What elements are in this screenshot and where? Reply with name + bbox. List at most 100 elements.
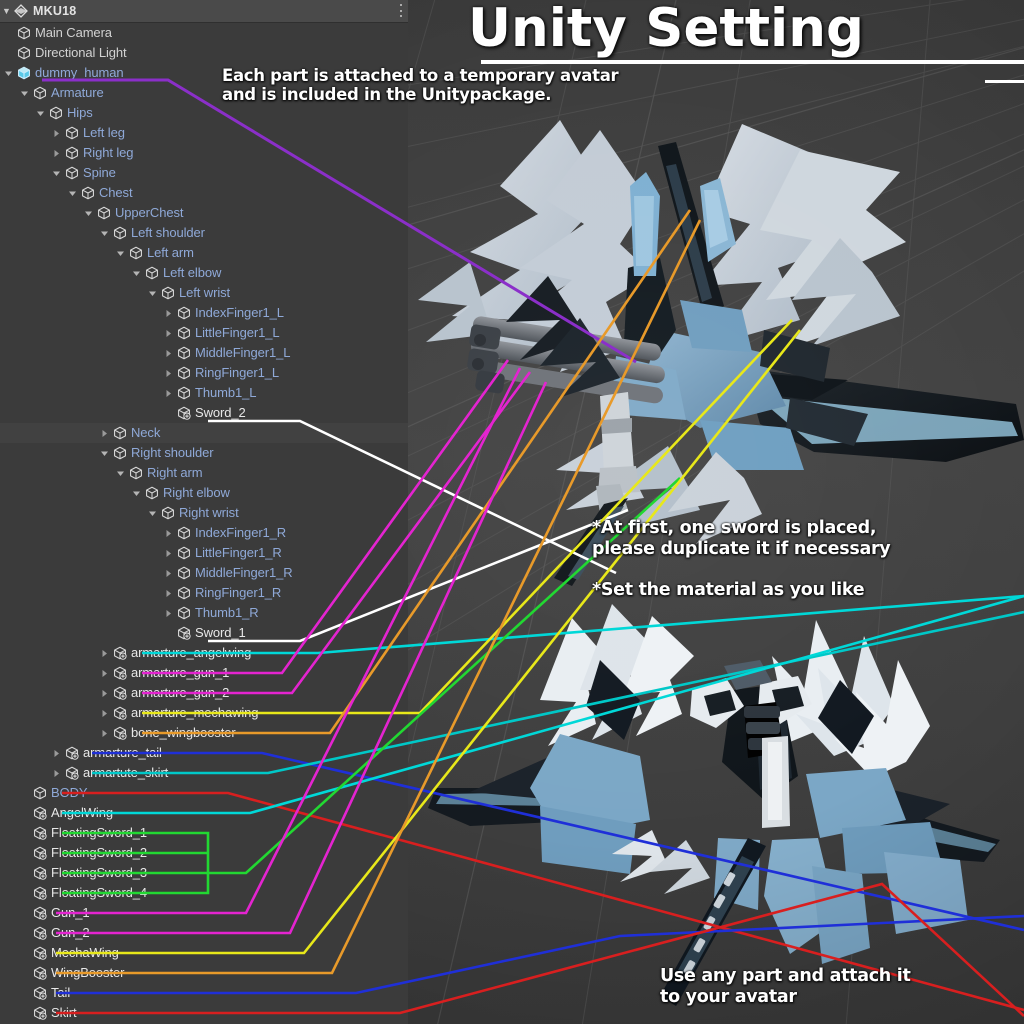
- chevron-right-icon[interactable]: [162, 529, 175, 538]
- hierarchy-row[interactable]: MechaWing: [0, 943, 408, 963]
- hierarchy-row-label: Left leg: [83, 125, 125, 140]
- chevron-right-icon[interactable]: [162, 569, 175, 578]
- kebab-menu-icon[interactable]: [400, 4, 402, 17]
- chevron-right-icon[interactable]: [98, 709, 111, 718]
- chevron-down-icon[interactable]: [114, 249, 127, 258]
- chevron-right-icon[interactable]: [162, 369, 175, 378]
- hierarchy-row[interactable]: Left wrist: [0, 283, 408, 303]
- hierarchy-row[interactable]: FloatingSword_4: [0, 883, 408, 903]
- chevron-down-icon[interactable]: [146, 509, 159, 518]
- hierarchy-row[interactable]: Gun_2: [0, 923, 408, 943]
- title-underline-secondary: [985, 80, 1024, 83]
- chevron-down-icon[interactable]: [114, 469, 127, 478]
- chevron-right-icon[interactable]: [162, 549, 175, 558]
- hierarchy-row[interactable]: IndexFinger1_L: [0, 303, 408, 323]
- hierarchy-row[interactable]: FloatingSword_3: [0, 863, 408, 883]
- hierarchy-row[interactable]: Sword_1: [0, 623, 408, 643]
- unity-editor-window: ▼ MKU18 Main Camera Directional Light dumm…: [0, 0, 1024, 1024]
- hierarchy-row[interactable]: RingFinger1_L: [0, 363, 408, 383]
- hierarchy-row[interactable]: IndexFinger1_R: [0, 523, 408, 543]
- hierarchy-tree[interactable]: Main Camera Directional Light dummy_human A…: [0, 23, 408, 1023]
- hierarchy-row[interactable]: Right leg: [0, 143, 408, 163]
- hierarchy-row-label: armarture_mechawing: [131, 705, 259, 720]
- hierarchy-row[interactable]: UpperChest: [0, 203, 408, 223]
- chevron-down-icon[interactable]: [130, 489, 143, 498]
- hierarchy-row[interactable]: Right shoulder: [0, 443, 408, 463]
- hierarchy-row[interactable]: AngelWing: [0, 803, 408, 823]
- hierarchy-row[interactable]: Left elbow: [0, 263, 408, 283]
- chevron-down-icon[interactable]: [98, 449, 111, 458]
- hierarchy-row[interactable]: Gun_1: [0, 903, 408, 923]
- chevron-down-icon[interactable]: [146, 289, 159, 298]
- chevron-right-icon[interactable]: [162, 389, 175, 398]
- hierarchy-row[interactable]: FloatingSword_2: [0, 843, 408, 863]
- hierarchy-row[interactable]: Thumb1_L: [0, 383, 408, 403]
- chevron-right-icon[interactable]: [50, 769, 63, 778]
- chevron-down-icon[interactable]: [34, 109, 47, 118]
- hierarchy-header[interactable]: ▼ MKU18: [0, 0, 408, 23]
- hierarchy-row-label: Neck: [131, 425, 161, 440]
- gameobject-icon: [175, 566, 192, 580]
- gameobject-icon: [79, 186, 96, 200]
- chevron-right-icon[interactable]: [162, 589, 175, 598]
- hierarchy-row[interactable]: Thumb1_R: [0, 603, 408, 623]
- chevron-right-icon[interactable]: [98, 729, 111, 738]
- gameobject-icon: [175, 586, 192, 600]
- hierarchy-row[interactable]: Skirt: [0, 1003, 408, 1023]
- scene-foldout-arrow[interactable]: ▼: [0, 0, 13, 22]
- hierarchy-row-label: WingBooster: [51, 965, 125, 980]
- chevron-right-icon[interactable]: [98, 429, 111, 438]
- hierarchy-row[interactable]: armarture_gun_2: [0, 683, 408, 703]
- hierarchy-row[interactable]: LittleFinger1_L: [0, 323, 408, 343]
- chevron-right-icon[interactable]: [50, 149, 63, 158]
- chevron-down-icon[interactable]: [82, 209, 95, 218]
- hierarchy-row[interactable]: Sword_2: [0, 403, 408, 423]
- chevron-down-icon[interactable]: [130, 269, 143, 278]
- hierarchy-row[interactable]: armartute_skirt: [0, 763, 408, 783]
- chevron-right-icon[interactable]: [98, 649, 111, 658]
- hierarchy-row[interactable]: Neck: [0, 423, 408, 443]
- chevron-right-icon[interactable]: [162, 329, 175, 338]
- chevron-down-icon[interactable]: [66, 189, 79, 198]
- hierarchy-row[interactable]: Right arm: [0, 463, 408, 483]
- hierarchy-row[interactable]: WingBooster: [0, 963, 408, 983]
- prefab-variant-icon: [31, 926, 48, 940]
- hierarchy-row[interactable]: Left arm: [0, 243, 408, 263]
- hierarchy-row[interactable]: FloatingSword_1: [0, 823, 408, 843]
- hierarchy-row[interactable]: LittleFinger1_R: [0, 543, 408, 563]
- chevron-down-icon[interactable]: [2, 69, 15, 78]
- hierarchy-row[interactable]: Chest: [0, 183, 408, 203]
- chevron-right-icon[interactable]: [98, 689, 111, 698]
- gameobject-icon: [111, 226, 128, 240]
- hierarchy-row[interactable]: armarture_tail: [0, 743, 408, 763]
- chevron-right-icon[interactable]: [98, 669, 111, 678]
- chevron-right-icon[interactable]: [162, 609, 175, 618]
- hierarchy-row[interactable]: BODY: [0, 783, 408, 803]
- hierarchy-row[interactable]: Right elbow: [0, 483, 408, 503]
- hierarchy-row[interactable]: Main Camera: [0, 23, 408, 43]
- chevron-down-icon[interactable]: [18, 89, 31, 98]
- hierarchy-row[interactable]: armarture_angelwing: [0, 643, 408, 663]
- hierarchy-panel[interactable]: ▼ MKU18 Main Camera Directional Light dumm…: [0, 0, 408, 1024]
- chevron-right-icon[interactable]: [162, 309, 175, 318]
- hierarchy-row[interactable]: Right wrist: [0, 503, 408, 523]
- chevron-right-icon[interactable]: [50, 749, 63, 758]
- hierarchy-row[interactable]: armarture_mechawing: [0, 703, 408, 723]
- hierarchy-row[interactable]: Left shoulder: [0, 223, 408, 243]
- scene-name: MKU18: [33, 4, 77, 18]
- chevron-down-icon[interactable]: [98, 229, 111, 238]
- chevron-right-icon[interactable]: [50, 129, 63, 138]
- hierarchy-row[interactable]: Hips: [0, 103, 408, 123]
- hierarchy-row[interactable]: MiddleFinger1_R: [0, 563, 408, 583]
- hierarchy-row[interactable]: MiddleFinger1_L: [0, 343, 408, 363]
- chevron-down-icon[interactable]: [50, 169, 63, 178]
- annotation-use-note: Use any part and attach it to your avata…: [660, 966, 911, 1007]
- hierarchy-row[interactable]: Spine: [0, 163, 408, 183]
- hierarchy-row[interactable]: Directional Light: [0, 43, 408, 63]
- hierarchy-row[interactable]: RingFinger1_R: [0, 583, 408, 603]
- hierarchy-row[interactable]: Tail: [0, 983, 408, 1003]
- chevron-right-icon[interactable]: [162, 349, 175, 358]
- hierarchy-row[interactable]: bone_wingbooster: [0, 723, 408, 743]
- hierarchy-row[interactable]: Left leg: [0, 123, 408, 143]
- hierarchy-row[interactable]: armarture_gun_1: [0, 663, 408, 683]
